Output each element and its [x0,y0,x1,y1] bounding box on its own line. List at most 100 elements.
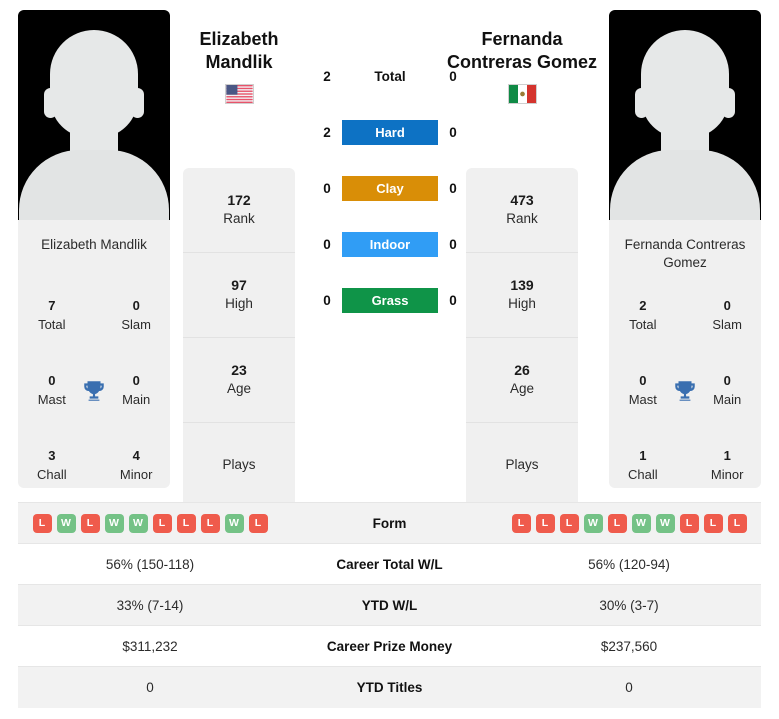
titles-main-label-left: Main [122,391,151,407]
titles-row-total-slam-left: 7 Total 0 Slam [24,278,164,353]
titles-minor-value-right: 1 [723,448,731,464]
surface-row-hard: 2 Hard 0 [300,118,480,146]
titles-total-left: 7 Total [24,297,80,335]
surface-row-indoor: 0 Indoor 0 [300,230,480,258]
table-cell-right: $237,560 [497,625,761,667]
stat-value-rank-left: 172 [227,191,251,208]
titles-total-label-right: Total [629,316,657,332]
stat-box-age-right: 26 Age [466,338,578,423]
form-badge-loss[interactable]: L [703,513,723,533]
table-row-label: YTD Titles [282,666,497,708]
surface-score-right-clay: 0 [449,180,457,196]
stat-value-high-right: 139 [510,276,534,293]
table-cell-right: 0 [497,666,761,708]
player-name-left: Elizabeth Mandlik [41,237,147,252]
surface-label-clay[interactable]: Clay [342,175,438,201]
stat-label-plays-left: Plays [222,457,256,473]
titles-minor-label-left: Minor [119,466,153,482]
stat-column-left: 172 Rank 97 High 23 Age Plays [183,168,295,508]
table-row: 0 YTD Titles 0 [18,666,761,708]
surface-label-indoor[interactable]: Indoor [342,231,438,257]
stat-box-rank-right: 473 Rank [466,168,578,253]
form-badge-loss[interactable]: L [176,513,196,533]
form-badge-win[interactable]: W [583,513,603,533]
surface-breakdown: 2 Total 0 2 Hard 0 0 Clay 0 0 Indoor 0 0 Grass 0 [300,62,480,314]
titles-main-value-right: 0 [723,373,731,389]
player-card-right[interactable]: Fernanda Contreras Gomez 2 Total 0 Slam … [609,10,761,488]
player-photo-right [609,10,761,220]
table-cell-right: LLLWLWWLLL [497,502,761,544]
form-badge-loss[interactable]: L [152,513,172,533]
titles-slam-right: 0 Slam [699,297,755,335]
comparison-table: L W L W W L L L W L Form L L L W L W W L L L 56% (150-118) Car… [18,502,761,708]
form-badge-loss[interactable]: L [80,513,100,533]
avatar-body [19,150,169,220]
titles-mast-value-left: 0 [48,372,56,388]
form-badge-loss[interactable]: L [248,513,268,533]
form-badge-loss[interactable]: L [727,513,747,533]
table-row-label: YTD W/L [282,584,497,626]
form-badge-win[interactable]: W [224,513,244,533]
surface-score-left-indoor: 0 [323,236,331,252]
form-badge-loss[interactable]: L [559,513,579,533]
stat-label-plays-right: Plays [505,457,539,473]
surface-score-left-total: 2 [323,68,331,84]
form-badge-win[interactable]: W [128,513,148,533]
surface-score-right-indoor: 0 [449,236,457,252]
surface-row-total: 2 Total 0 [300,62,480,90]
form-badge-loss[interactable]: L [679,513,699,533]
table-row: $311,232 Career Prize Money $237,560 [18,625,761,667]
titles-main-value-left: 0 [132,372,140,388]
titles-slam-left: 0 Slam [108,297,164,335]
titles-slam-value-right: 0 [723,298,731,314]
titles-grid-left: 7 Total 0 Slam 0 Mast 0 Main 3 Chall 4 M… [18,278,170,488]
table-row: L W L W W L L L W L Form L L L W L W W L L L [18,502,761,544]
surface-score-left-clay: 0 [323,180,331,196]
form-badge-win[interactable]: W [56,513,76,533]
titles-minor-right: 1 Minor [699,447,755,485]
table-cell-left: $311,232 [18,625,282,667]
form-badge-loss[interactable]: L [535,513,555,533]
surface-score-right-total: 0 [449,68,457,84]
form-badge-loss[interactable]: L [607,513,627,533]
form-badge-loss[interactable]: L [200,513,220,533]
surface-score-right-grass: 0 [449,292,457,308]
stat-value-age-right: 26 [514,361,530,378]
stat-box-plays-right: Plays [466,423,578,508]
titles-chall-right: 1 Chall [615,447,671,485]
titles-mast-value-right: 0 [639,373,647,389]
form-badge-win[interactable]: W [655,513,675,533]
titles-chall-value-left: 3 [48,447,56,463]
table-row-label: Form [282,502,497,544]
stat-label-high-left: High [225,296,253,312]
surface-label-grass[interactable]: Grass [342,287,438,313]
stat-column-right: 473 Rank 139 High 26 Age Plays [466,168,578,508]
surface-label-hard[interactable]: Hard [342,119,438,145]
avatar-ear-left [635,88,648,118]
form-badge-loss[interactable]: L [32,513,52,533]
player-header-name-line1-left: Elizabeth [199,29,279,49]
titles-row-total-slam-right: 2 Total 0 Slam [615,278,755,353]
surface-score-left-hard: 2 [323,124,331,140]
form-badge-win[interactable]: W [104,513,124,533]
stat-value-age-left: 23 [231,361,247,378]
table-cell-right: 30% (3-7) [497,584,761,626]
table-row: 33% (7-14) YTD W/L 30% (3-7) [18,584,761,626]
titles-minor-value-left: 4 [132,447,140,463]
form-badge-win[interactable]: W [631,513,651,533]
table-cell-left: 0 [18,666,282,708]
form-strip-right: LLLWLWWLLL [497,513,761,533]
titles-mast-label-left: Mast [37,391,66,407]
form-strip-left: LWLWWLLLWL [18,513,282,533]
form-badge-loss[interactable]: L [511,513,531,533]
titles-total-label-left: Total [38,316,66,332]
titles-chall-value-right: 1 [639,448,647,464]
us-flag-icon [224,84,254,105]
stat-label-rank-left: Rank [223,211,255,227]
surface-score-right-hard: 0 [449,124,457,140]
surface-row-grass: 0 Grass 0 [300,286,480,314]
table-row-label: Career Prize Money [282,625,497,667]
stat-label-age-right: Age [509,381,535,397]
stat-label-rank-right: Rank [506,211,538,227]
titles-mast-left: 0 Mast [24,372,80,410]
